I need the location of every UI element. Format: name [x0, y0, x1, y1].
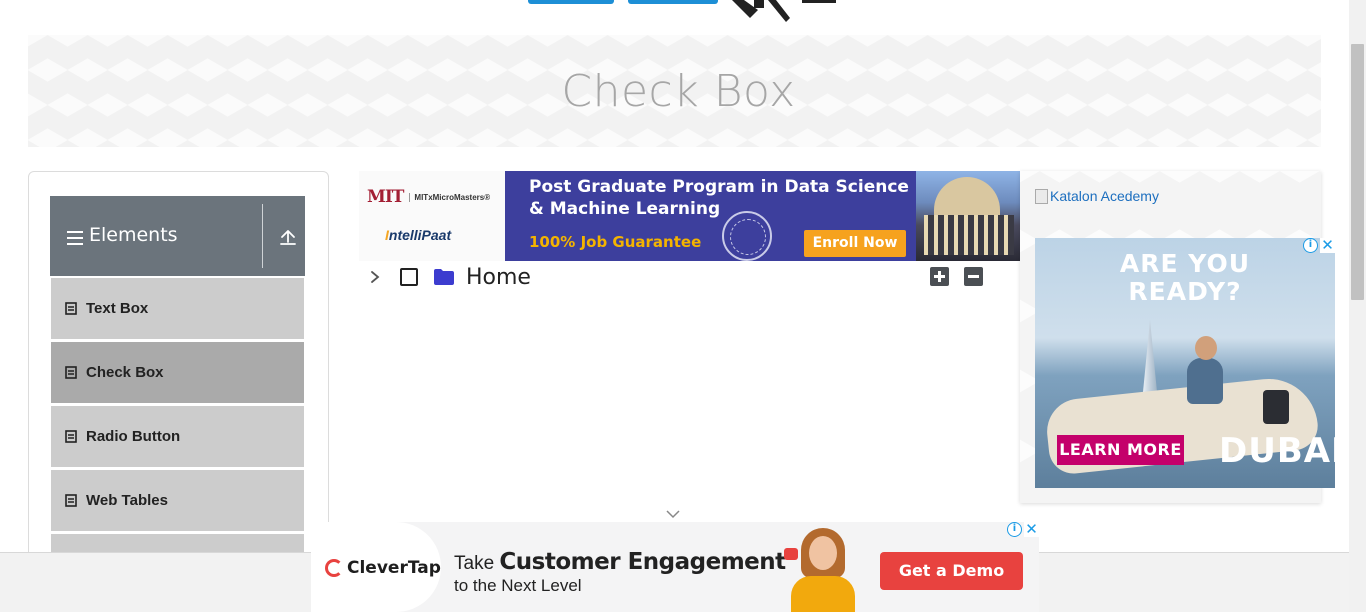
- document-icon: [65, 366, 77, 379]
- ad-info-icon[interactable]: i: [1303, 238, 1318, 253]
- divider: [262, 204, 263, 268]
- woman-photo: [787, 528, 859, 612]
- scrollbar-thumb[interactable]: [1351, 44, 1364, 300]
- clevertap-headline: Take Customer Engagement: [454, 549, 786, 575]
- home-checkbox[interactable]: [400, 268, 418, 286]
- mit-micromasters-text: MITxMicroMasters®: [409, 192, 490, 202]
- sidebar-item-radio-button[interactable]: Radio Button: [51, 406, 304, 468]
- clevertap-brand: CleverTap: [347, 558, 441, 578]
- columns-shape: [924, 215, 1014, 255]
- intellipaat-name: ntelliPaat: [388, 227, 452, 243]
- page: Check Box Elements Text Box Check Box Ra…: [0, 0, 1366, 612]
- ad-title: Post Graduate Program in Data Science & …: [529, 177, 909, 219]
- dome-shape: [934, 177, 1000, 217]
- checkbox-tree: Home: [359, 262, 1020, 294]
- page-header: Check Box: [28, 35, 1321, 147]
- guarantee-seal-icon: [722, 211, 772, 261]
- folder-icon: [434, 269, 454, 285]
- bottom-ad-controls: i ✕: [1007, 522, 1039, 537]
- minus-icon[interactable]: [964, 267, 983, 286]
- ad-guarantee: 100% Job Guarantee: [529, 233, 702, 251]
- dubai-headline-line2: READY?: [1128, 277, 1242, 306]
- site-logo[interactable]: [528, 0, 838, 26]
- learn-more-button[interactable]: LEARN MORE: [1057, 435, 1184, 465]
- sidebar-item-label: Radio Button: [86, 428, 181, 445]
- dubai-ad[interactable]: ARE YOU READY? LEARN MORE DUBAI: [1035, 238, 1335, 488]
- head-shape: [1195, 336, 1217, 360]
- sidebar-item-check-box[interactable]: Check Box: [51, 342, 304, 404]
- chevron-right-icon[interactable]: [369, 270, 381, 284]
- broken-image-icon: [1035, 188, 1048, 204]
- ad-close-icon[interactable]: ✕: [1320, 238, 1335, 253]
- tree-node-label[interactable]: Home: [466, 265, 531, 290]
- dubai-headline-line1: ARE YOU: [1119, 249, 1251, 278]
- ad-info-icon[interactable]: i: [1007, 522, 1022, 537]
- sidebar-item-label: Web Tables: [86, 492, 168, 509]
- arrow-up-icon[interactable]: [278, 227, 298, 247]
- dubai-headline: ARE YOU READY?: [1035, 250, 1335, 306]
- clevertap-subline: to the Next Level: [454, 576, 582, 595]
- person-shape: [1187, 358, 1223, 404]
- data-science-ad[interactable]: MIT MITxMicroMasters® IntelliPaat Post G…: [359, 171, 1020, 261]
- ad-controls: i ✕: [1303, 238, 1335, 253]
- sidebar-item-label: Check Box: [86, 364, 164, 381]
- clevertap-ring-icon: [325, 559, 343, 577]
- sidebar-item-text-box[interactable]: Text Box: [51, 278, 304, 340]
- engine-shape: [1263, 390, 1289, 424]
- document-icon: [65, 302, 77, 315]
- document-icon: [65, 494, 77, 507]
- face-shape: [809, 536, 837, 570]
- enroll-now-button[interactable]: Enroll Now: [804, 230, 906, 257]
- document-icon: [65, 430, 77, 443]
- plus-icon[interactable]: [930, 267, 949, 286]
- dubai-logo: DUBAI: [1219, 431, 1335, 471]
- ad-partner-logos: MIT MITxMicroMasters® IntelliPaat: [359, 171, 505, 261]
- mit-logo: MIT MITxMicroMasters®: [367, 187, 490, 207]
- mit-mark: MIT: [367, 187, 404, 207]
- katalon-ad-link[interactable]: Katalon Acedemy: [1035, 188, 1159, 204]
- katalon-alt-text: Katalon Acedemy: [1050, 188, 1159, 204]
- clevertap-logo: CleverTap: [325, 558, 441, 578]
- page-scrollbar[interactable]: [1349, 0, 1366, 612]
- sidebar-item-web-tables[interactable]: Web Tables: [51, 470, 304, 532]
- get-demo-button[interactable]: Get a Demo: [880, 552, 1023, 590]
- campus-photo: [916, 171, 1020, 261]
- body-shape: [791, 576, 855, 612]
- tower-shape: [1143, 320, 1157, 392]
- sidebar-group-label: Elements: [89, 224, 178, 246]
- intellipaat-logo: IntelliPaat: [385, 227, 451, 243]
- sidebar-item-label: Text Box: [86, 300, 149, 317]
- sidebar-group-elements[interactable]: Elements: [50, 196, 305, 276]
- logo-fragment: [802, 0, 836, 3]
- chat-bubble-icon: [784, 548, 798, 560]
- clevertap-ad[interactable]: CleverTap Take Customer Engagement to th…: [311, 522, 1039, 612]
- page-title: Check Box: [561, 65, 796, 117]
- hamburger-icon: [67, 231, 83, 245]
- logo-fragment: [560, 0, 614, 4]
- ad-content: Post Graduate Program in Data Science & …: [505, 171, 916, 261]
- sidebar: Elements Text Box Check Box Radio Button…: [28, 171, 329, 571]
- clevertap-headline-bold: Customer Engagement: [499, 549, 786, 575]
- logo-fragment: [628, 0, 718, 4]
- clevertap-take: Take: [454, 553, 500, 574]
- ad-close-icon[interactable]: ✕: [1024, 522, 1039, 537]
- tools-logo-icon: [732, 0, 790, 22]
- chevron-down-icon[interactable]: [666, 510, 680, 519]
